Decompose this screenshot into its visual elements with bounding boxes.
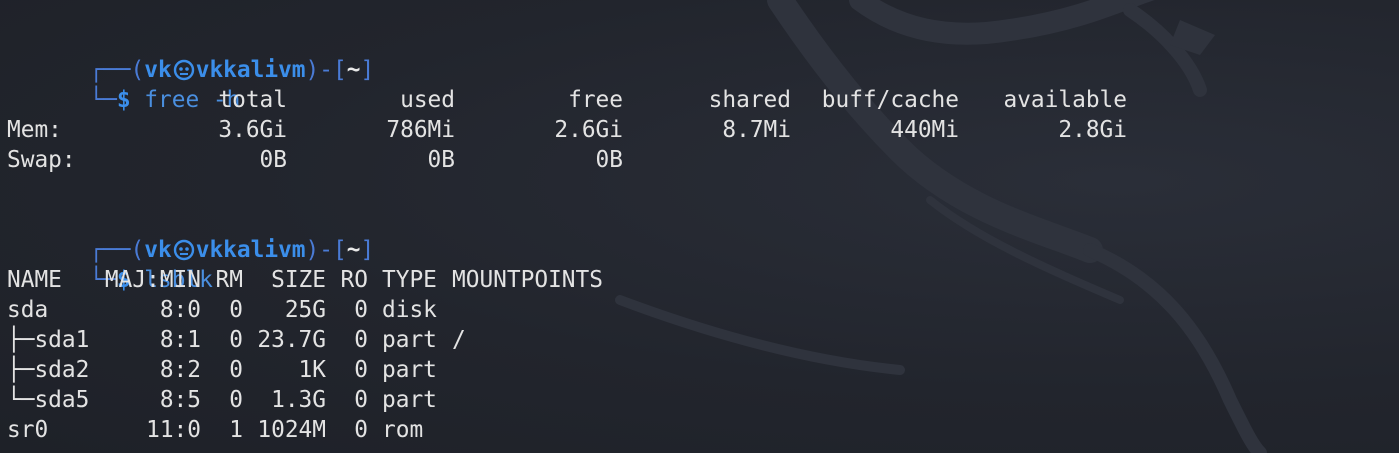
free-header: total — [218, 87, 287, 113]
lsblk-cell: 8:1 — [159, 327, 201, 353]
lsblk-cell: 0 — [354, 297, 368, 323]
free-row-swap: Swap: 0B 0B 0B — [7, 145, 1127, 175]
lsblk-cell: 1.3G — [271, 387, 326, 413]
prompt-bracket-close: ] — [360, 237, 375, 263]
lsblk-header: MAJ:MIN — [104, 267, 201, 293]
terminal-window[interactable]: ┌──(vk vkkalivm)-[~] └─$ free -h total us… — [0, 0, 1399, 453]
lsblk-cell: 11:0 — [146, 417, 201, 443]
prompt-corner-top: ┌──( — [89, 57, 145, 83]
free-header: buff/cache — [821, 87, 959, 113]
free-cell: 0B — [595, 147, 623, 173]
kali-skull-icon — [173, 239, 194, 261]
lsblk-row: sr0 11:0 1 1024M 0 rom — [7, 415, 1127, 445]
free-row-mem: Mem: 3.6Gi 786Mi 2.6Gi 8.7Mi 440Mi 2.8Gi — [7, 115, 1127, 145]
prompt-host: vkkalivm — [195, 237, 306, 263]
prompt-cwd: ~ — [346, 57, 361, 83]
lsblk-row: ├─sda1 8:1 0 23.7G 0 part / — [7, 325, 1127, 355]
lsblk-cell: 1024M — [257, 417, 326, 443]
prompt-corner-top: ┌──( — [89, 237, 145, 263]
lsblk-header-row: NAME MAJ:MIN RM SIZE RO TYPE MOUNTPOINTS — [7, 265, 1127, 295]
free-cell: 0B — [427, 147, 455, 173]
lsblk-cell: 1K — [298, 357, 326, 383]
prompt-bracket: )-[ — [305, 57, 347, 83]
lsblk-cell: 23.7G — [257, 327, 326, 353]
lsblk-cell: disk — [382, 297, 437, 323]
free-cell: 2.6Gi — [554, 117, 623, 143]
free-header: shared — [708, 87, 791, 113]
lsblk-cell: 0 — [354, 327, 368, 353]
prompt-cwd: ~ — [346, 237, 361, 263]
lsblk-cell: 0 — [229, 327, 243, 353]
lsblk-cell: sda — [7, 297, 49, 323]
lsblk-cell: / — [452, 327, 466, 353]
lsblk-cell: rom — [382, 417, 424, 443]
lsblk-header: SIZE — [271, 267, 326, 293]
free-header: used — [400, 87, 455, 113]
lsblk-cell: ├─sda1 — [7, 327, 90, 353]
free-row-label: Mem: — [7, 117, 62, 143]
free-cell: 2.8Gi — [1058, 117, 1127, 143]
free-cell: 0B — [259, 147, 287, 173]
lsblk-cell: 8:2 — [159, 357, 201, 383]
lsblk-header: RO — [340, 267, 368, 293]
lsblk-row: sda 8:0 0 25G 0 disk — [7, 295, 1127, 325]
lsblk-header: NAME — [7, 267, 62, 293]
free-header: free — [568, 87, 623, 113]
prompt-user: vk — [144, 237, 172, 263]
prompt-line: ┌──(vk vkkalivm)-[~] — [7, 25, 1127, 83]
lsblk-cell: 0 — [229, 357, 243, 383]
lsblk-cell: 25G — [284, 297, 326, 323]
free-cell: 786Mi — [386, 117, 455, 143]
lsblk-header: RM — [215, 267, 243, 293]
lsblk-cell: 0 — [354, 357, 368, 383]
lsblk-cell: 0 — [229, 297, 243, 323]
prompt-bracket-close: ] — [360, 57, 375, 83]
free-row-label: Swap: — [7, 147, 76, 173]
lsblk-cell: 8:0 — [159, 297, 201, 323]
free-cell: 440Mi — [890, 117, 959, 143]
lsblk-cell: └─sda5 — [7, 387, 90, 413]
prompt-bracket: )-[ — [305, 237, 347, 263]
prompt-line: ┌──(vk vkkalivm)-[~] — [7, 205, 1127, 263]
lsblk-cell: 0 — [354, 417, 368, 443]
lsblk-cell: 8:5 — [159, 387, 201, 413]
prompt-host: vkkalivm — [195, 57, 306, 83]
lsblk-cell: part — [382, 357, 437, 383]
lsblk-row: ├─sda2 8:2 0 1K 0 part — [7, 355, 1127, 385]
prompt-user: vk — [144, 57, 172, 83]
lsblk-cell: 0 — [229, 387, 243, 413]
free-header: available — [1003, 87, 1127, 113]
lsblk-cell: ├─sda2 — [7, 357, 90, 383]
free-cell: 3.6Gi — [218, 117, 287, 143]
lsblk-cell: part — [382, 387, 437, 413]
lsblk-cell: 0 — [354, 387, 368, 413]
lsblk-row: └─sda5 8:5 0 1.3G 0 part — [7, 385, 1127, 415]
lsblk-cell: 1 — [229, 417, 243, 443]
lsblk-cell: sr0 — [7, 417, 49, 443]
kali-skull-icon — [173, 59, 194, 81]
free-header-row: total used free shared buff/cache availa… — [7, 85, 1127, 115]
lsblk-cell: part — [382, 327, 437, 353]
lsblk-header: TYPE — [382, 267, 437, 293]
free-cell: 8.7Mi — [722, 117, 791, 143]
lsblk-header: MOUNTPOINTS — [452, 267, 603, 293]
